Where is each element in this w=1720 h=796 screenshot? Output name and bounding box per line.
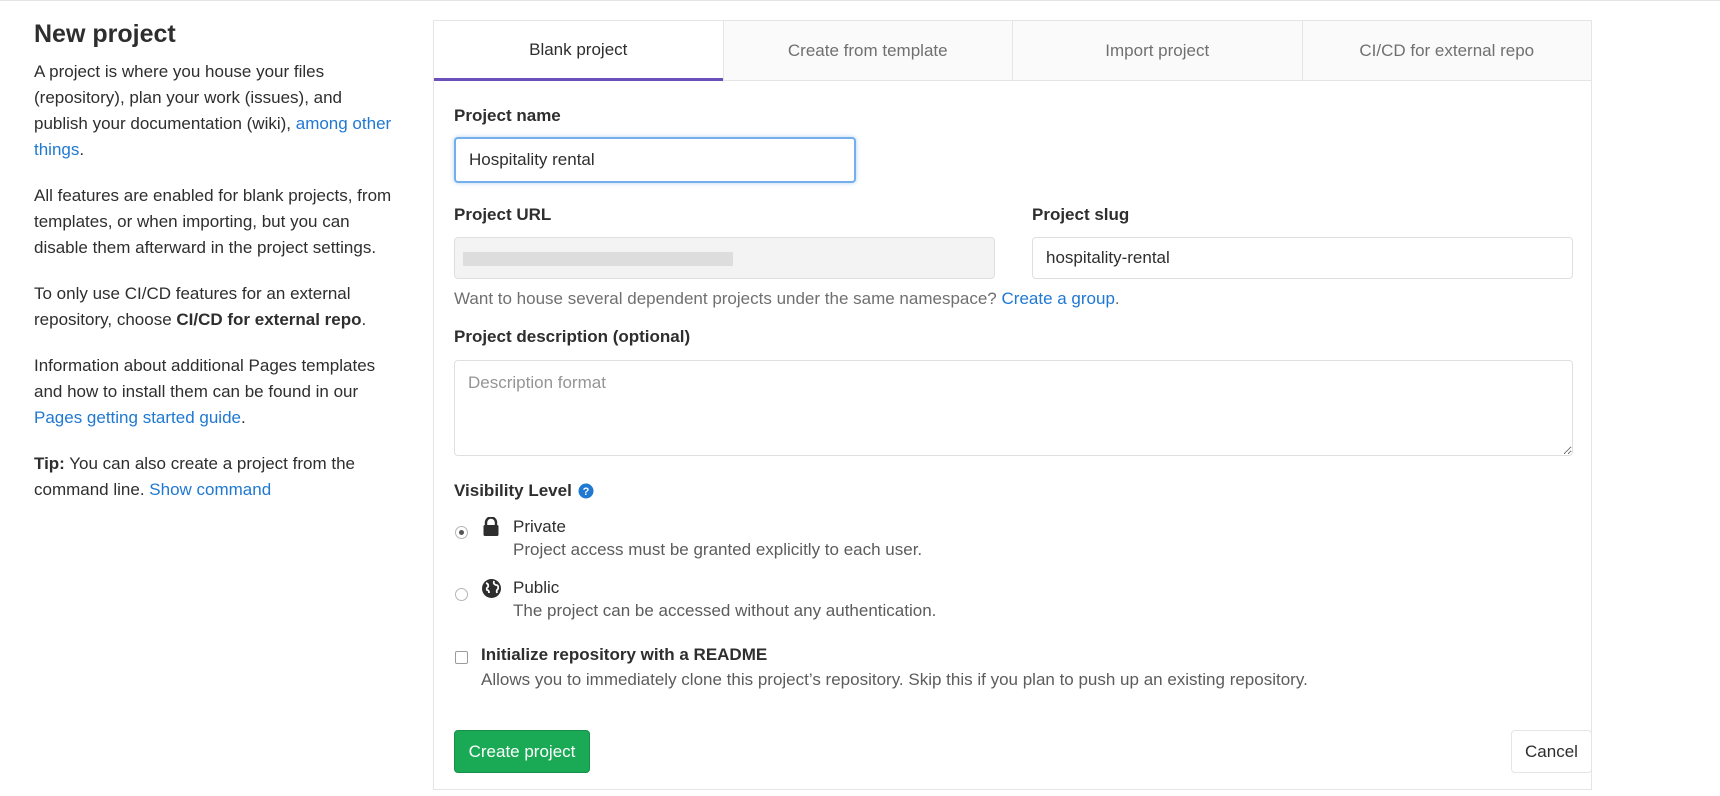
pages-paragraph: Information about additional Pages templ… (34, 356, 376, 427)
project-slug-label: Project slug (1032, 205, 1130, 224)
project-name-label: Project name (454, 106, 561, 125)
new-project-panel: Blank project Create from template Impor… (433, 20, 1592, 790)
sidebar-info: New project A project is where you house… (34, 20, 394, 523)
show-command-link[interactable]: Show command (149, 480, 271, 499)
initialize-readme-label[interactable]: Initialize repository with a README (481, 645, 767, 665)
project-name-input[interactable] (454, 137, 856, 183)
redacted-url-blur (463, 252, 733, 266)
visibility-level-label: Visibility Level ? (454, 481, 594, 501)
tab-blank-project[interactable]: Blank project (434, 21, 723, 81)
visibility-public-radio[interactable] (455, 588, 468, 601)
project-url-label: Project URL (454, 205, 552, 224)
question-circle-icon[interactable]: ? (578, 483, 594, 499)
features-paragraph: All features are enabled for blank proje… (34, 186, 392, 257)
create-project-button[interactable]: Create project (454, 730, 590, 773)
initialize-readme-checkbox[interactable] (455, 651, 468, 664)
cicd-paragraph: To only use CI/CD features for an extern… (34, 284, 367, 329)
initialize-readme-desc: Allows you to immediately clone this pro… (481, 670, 1308, 689)
tab-cicd-external-repo[interactable]: CI/CD for external repo (1301, 21, 1591, 81)
project-description-label: Project description (optional) (454, 327, 691, 346)
lock-icon (483, 517, 499, 536)
project-slug-input[interactable] (1032, 237, 1573, 279)
cancel-button[interactable]: Cancel (1511, 730, 1592, 773)
intro-paragraph: A project is where you house your files … (34, 62, 392, 159)
svg-text:?: ? (582, 486, 589, 498)
visibility-private-desc: Project access must be granted explicitl… (513, 540, 923, 559)
tip-paragraph: Tip: You can also create a project from … (34, 454, 355, 499)
visibility-private-title: Private (513, 517, 566, 536)
globe-icon (482, 579, 501, 598)
pages-guide-link[interactable]: Pages getting started guide (34, 408, 241, 427)
project-url-field[interactable] (454, 237, 995, 279)
visibility-public-title: Public (513, 578, 560, 597)
create-group-link[interactable]: Create a group (1002, 289, 1115, 308)
top-divider (0, 0, 1720, 1)
namespace-help-text: Want to house several dependent projects… (454, 289, 1120, 308)
visibility-public-desc: The project can be accessed without any … (513, 601, 937, 620)
project-description-textarea[interactable] (454, 360, 1573, 456)
tab-create-from-template[interactable]: Create from template (722, 21, 1012, 81)
tab-import-project[interactable]: Import project (1012, 21, 1302, 81)
page-title: New project (34, 20, 176, 48)
project-tabs: Blank project Create from template Impor… (434, 21, 1591, 81)
visibility-private-radio[interactable] (455, 526, 468, 539)
